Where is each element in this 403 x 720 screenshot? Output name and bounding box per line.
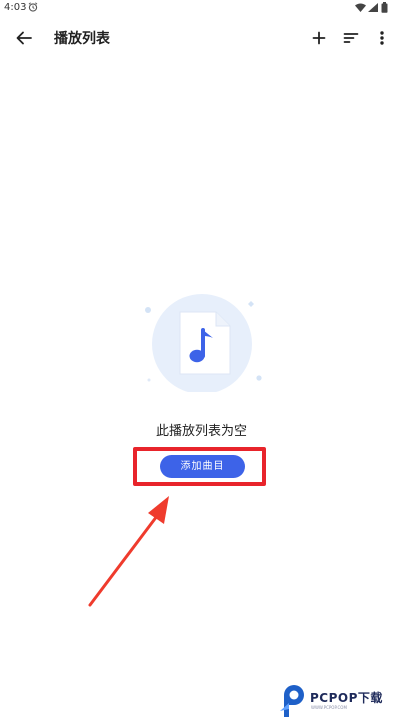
watermark-sub: WWW.PCPOP.COM — [311, 705, 347, 710]
back-arrow-icon — [16, 31, 32, 45]
battery-icon — [381, 2, 388, 16]
sort-button[interactable] — [340, 26, 362, 50]
app-bar: 播放列表 — [0, 16, 403, 60]
status-time: 4:03 — [4, 2, 27, 13]
annotation-arrow — [85, 480, 185, 610]
alarm-icon — [28, 2, 38, 15]
add-tracks-button[interactable]: 添加曲目 — [160, 455, 245, 478]
wifi-icon — [355, 3, 366, 15]
pcpop-logo-icon — [278, 683, 306, 717]
signal-icon — [368, 3, 378, 15]
screen: 4:03 播放列表 此播放列表为空 添加曲目 PCPOP下载 WWW.PCPOP… — [0, 0, 403, 720]
empty-state-message: 此播放列表为空 — [155, 424, 247, 439]
more-vert-icon — [380, 31, 384, 45]
status-bar: 4:03 — [0, 0, 403, 16]
add-button[interactable] — [308, 26, 330, 50]
sort-icon — [343, 33, 359, 43]
add-icon — [312, 31, 326, 45]
music-file-icon — [138, 292, 268, 394]
watermark-brand: PCPOP下载 — [310, 691, 383, 705]
watermark: PCPOP下载 WWW.PCPOP.COM — [278, 683, 403, 720]
page-title: 播放列表 — [54, 31, 110, 47]
more-options-button[interactable] — [371, 26, 393, 50]
back-button[interactable] — [12, 26, 36, 50]
